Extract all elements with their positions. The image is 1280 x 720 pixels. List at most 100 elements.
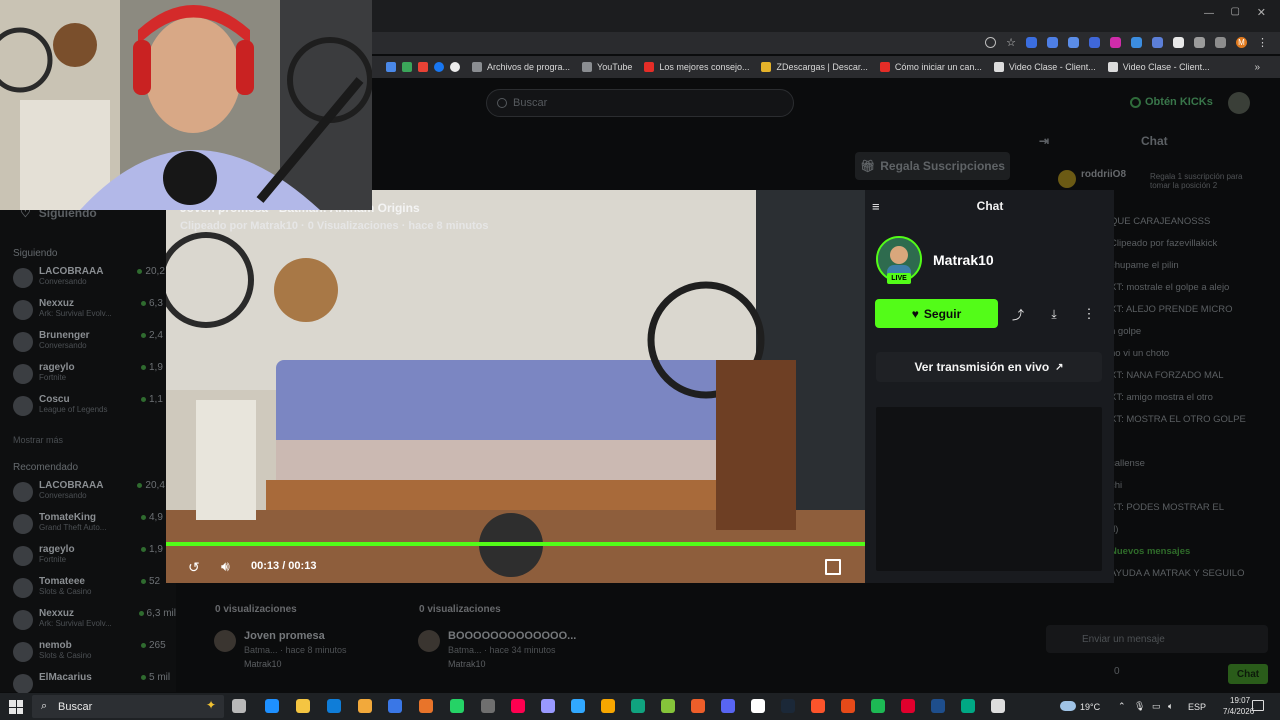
puzzle-icon[interactable] <box>1194 37 1205 48</box>
clock-date[interactable]: 7/4/2026 <box>1223 707 1254 716</box>
taskbar-app-icon[interactable] <box>901 699 915 713</box>
get-kicks-button[interactable]: Obtén KICKs <box>1130 92 1220 112</box>
collapse-icon[interactable]: ⇥ <box>1039 134 1049 148</box>
volume-icon[interactable]: 🔈︎ <box>1168 701 1173 712</box>
sidebar-channel[interactable]: nemob Slots & Casino 265 <box>0 640 176 672</box>
extension-icon[interactable] <box>1068 37 1079 48</box>
extension-icon[interactable] <box>1110 37 1121 48</box>
taskbar-app-icon[interactable] <box>601 699 615 713</box>
gmail-icon[interactable] <box>418 62 428 72</box>
sidebar-channel[interactable]: rageylo Fortnite 1,9 m <box>0 544 176 576</box>
taskbar-app-icon[interactable] <box>358 699 372 713</box>
taskbar-search[interactable]: ⌕ Buscar ✦ <box>32 695 224 718</box>
minimize-icon[interactable]: — <box>1204 8 1214 19</box>
taskbar-app-icon[interactable] <box>661 699 675 713</box>
share-button[interactable]: ⤴ <box>1004 300 1032 328</box>
gift-subscriptions-button[interactable]: 🎁︎ Regala Suscripciones <box>855 152 1010 180</box>
taskbar-app-icon[interactable] <box>571 699 585 713</box>
extension-icon[interactable] <box>1089 37 1100 48</box>
bookmark-item[interactable]: Archivos de progra... <box>472 62 570 72</box>
user-avatar[interactable] <box>1228 92 1250 114</box>
maximize-icon[interactable]: ▢ <box>1231 6 1240 17</box>
bookmark-icon[interactable] <box>450 62 460 72</box>
taskbar-app-icon[interactable] <box>511 699 525 713</box>
sidebar-channel[interactable]: LACOBRAAA Conversando 20,4 m <box>0 480 176 512</box>
taskbar-app-icon[interactable] <box>265 699 279 713</box>
taskbar-app-icon[interactable] <box>751 699 765 713</box>
extension-icon[interactable] <box>1131 37 1142 48</box>
taskbar-app-icon[interactable] <box>991 699 1005 713</box>
more-options-icon: ⋮ <box>1082 306 1096 321</box>
taskbar-app-icon[interactable] <box>811 699 825 713</box>
bookmark-item[interactable]: Video Clase - Client... <box>993 62 1096 72</box>
bookmark-item[interactable]: YouTube <box>582 62 632 72</box>
extension-icon[interactable] <box>1152 37 1163 48</box>
more-bookmarks-icon[interactable]: » <box>1254 62 1260 73</box>
channel-name[interactable]: Matrak10 <box>933 252 994 268</box>
volume-icon[interactable]: 🔊︎ <box>221 558 230 575</box>
bookmark-item[interactable]: Video Clase - Client... <box>1107 62 1210 72</box>
extension-icon[interactable] <box>1047 37 1058 48</box>
taskbar-app-icon[interactable] <box>419 699 433 713</box>
clip-progress-bar[interactable] <box>166 542 865 546</box>
clip-video[interactable] <box>166 190 865 583</box>
clock-time[interactable]: 19:07 <box>1230 696 1250 705</box>
windows-start-icon[interactable] <box>9 700 23 714</box>
star-icon[interactable]: ☆ <box>1006 36 1016 49</box>
taskbar-app-icon[interactable] <box>481 699 495 713</box>
microphone-icon[interactable]: 🎙︎ <box>1134 701 1145 712</box>
sidebar-channel[interactable]: Nexxuz Ark: Survival Evolv... 6,3 m <box>0 298 176 330</box>
watch-live-button[interactable]: Ver transmisión en vivo ↗ <box>876 352 1102 382</box>
more-options-button[interactable]: ⋮ <box>1075 300 1103 328</box>
taskbar-app-icon[interactable] <box>327 699 341 713</box>
replay-icon[interactable]: ↺ <box>188 559 200 576</box>
sidebar-channel[interactable]: Brunenger Conversando 2,4 m <box>0 330 176 362</box>
chat-message-input[interactable]: Enviar un mensaje <box>1046 625 1268 653</box>
bookmark-item[interactable]: Cómo iniciar un can... <box>879 62 982 72</box>
sidebar-channel[interactable]: LACOBRAAA Conversando 20,2 m <box>0 266 176 298</box>
download-button[interactable]: ⤓ <box>1040 300 1068 328</box>
collapse-chat-icon[interactable]: ≡ <box>872 199 880 214</box>
taskbar-app-icon[interactable] <box>871 699 885 713</box>
sidebar-channel[interactable]: rageylo Fortnite 1,9 m <box>0 362 176 394</box>
extension-icon[interactable] <box>1026 37 1037 48</box>
clip-card[interactable]: 0 visualizaciones Joven promesa Batma... ·… <box>200 598 396 678</box>
sidebar-channel[interactable]: Coscu League of Legends 1,1 m <box>0 394 176 426</box>
taskbar-app-icon[interactable] <box>691 699 705 713</box>
bookmark-icon[interactable] <box>402 62 412 72</box>
bookmark-item[interactable]: Los mejores consejo... <box>644 62 749 72</box>
taskbar-app-icon[interactable] <box>232 699 246 713</box>
search-input[interactable]: Buscar <box>486 89 794 117</box>
follow-button[interactable]: ♥ Seguir <box>875 299 998 328</box>
sidebar-channel[interactable]: Nexxuz Ark: Survival Evolv... 6,3 mil <box>0 608 176 640</box>
taskbar-app-icon[interactable] <box>961 699 975 713</box>
close-icon[interactable]: ✕ <box>1257 6 1266 19</box>
sidebar-channel[interactable]: TomateKing Grand Theft Auto... 4,9 m <box>0 512 176 544</box>
taskbar-app-icon[interactable] <box>450 699 464 713</box>
show-more-link[interactable]: Mostrar más <box>0 426 176 454</box>
chevron-up-icon[interactable]: ⌃ <box>1118 701 1126 712</box>
taskbar-app-icon[interactable] <box>931 699 945 713</box>
taskbar-app-icon[interactable] <box>721 699 735 713</box>
profile-avatar[interactable]: M <box>1236 37 1247 48</box>
taskbar-app-icon[interactable] <box>296 699 310 713</box>
facebook-icon[interactable] <box>434 62 444 72</box>
taskbar-app-icon[interactable] <box>541 699 555 713</box>
taskbar-app-icon[interactable] <box>781 699 795 713</box>
extension-icon[interactable] <box>1173 37 1184 48</box>
zoom-icon[interactable] <box>985 37 997 48</box>
taskbar-app-icon[interactable] <box>841 699 855 713</box>
notifications-icon[interactable] <box>1252 700 1264 711</box>
menu-icon[interactable]: ⋮ <box>1257 36 1268 49</box>
keyboard-language[interactable]: ESP <box>1188 702 1206 712</box>
reading-list-icon[interactable] <box>1215 37 1226 48</box>
bookmark-icon[interactable] <box>386 62 396 72</box>
wifi-icon[interactable]: ▭ <box>1152 701 1161 712</box>
clip-card[interactable]: 0 visualizaciones BOOOOOOOOOOOOO... Batma.… <box>404 598 600 678</box>
sidebar-channel[interactable]: Tomateee Slots & Casino 52 <box>0 576 176 608</box>
taskbar-app-icon[interactable] <box>631 699 645 713</box>
chat-send-button[interactable]: Chat <box>1228 664 1268 684</box>
taskbar-app-icon[interactable] <box>388 699 402 713</box>
fullscreen-icon[interactable] <box>825 559 841 575</box>
bookmark-item[interactable]: ZDescargas | Descar... <box>761 62 868 72</box>
